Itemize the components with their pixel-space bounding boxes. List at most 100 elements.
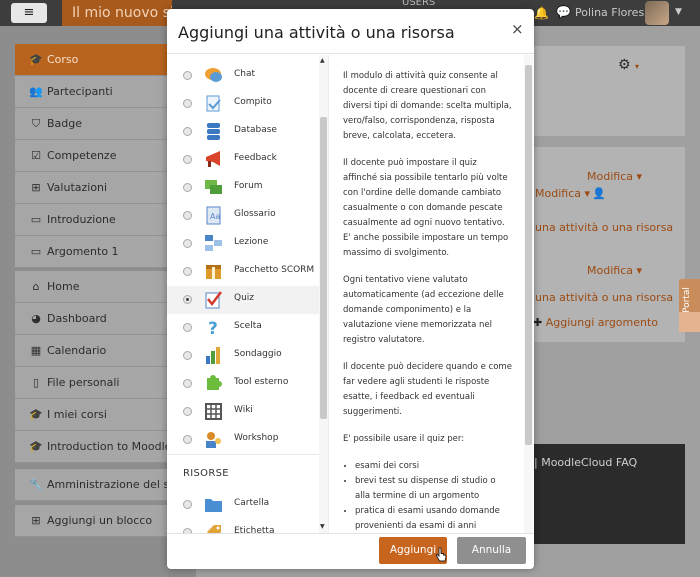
radio-button[interactable] [183,127,192,136]
radio-button[interactable] [183,71,192,80]
calendar-icon: ▦ [30,344,42,357]
option-compito[interactable]: Compito [167,90,319,118]
users-icon: 👥 [29,85,43,98]
add-activity-link[interactable]: una attività o una risorsa [535,291,673,304]
sidebar-group-course: 🎓 Corso 👥 Partecipanti ⛉ Badge ☑ Competenze ⊞ Val… [15,44,168,268]
option-workshop[interactable]: Workshop [167,426,319,454]
option-feedback[interactable]: Feedback [167,146,319,174]
edit-menu[interactable]: Modifica ▾ [587,264,642,277]
radio-button[interactable] [183,323,192,332]
chat-icon[interactable]: 💬 [556,5,571,19]
description-paragraph: E' possibile usare il quiz per: [343,434,465,444]
edit-menu[interactable]: Modifica ▾ [535,187,590,200]
site-title[interactable]: Il mio nuovo sito Moodle [62,0,172,26]
option-chat[interactable]: Chat [167,62,319,90]
option-pacchetto-scorm[interactable]: Pacchetto SCORM [167,258,319,286]
option-forum[interactable]: Forum [167,174,319,202]
option-cartella[interactable]: Cartella [167,491,319,519]
plus-icon: ✚ [533,316,546,329]
option-quiz[interactable]: Quiz [167,286,319,314]
edit-menu[interactable]: Modifica ▾ [587,170,642,183]
divider [167,454,319,455]
sidebar-item-aggiungi-un-blocco[interactable]: ⊞ Aggiungi un blocco [15,505,168,537]
radio-button[interactable] [183,239,192,248]
radio-button[interactable] [183,155,192,164]
user-name[interactable]: Polina Flores [575,6,644,19]
close-icon[interactable]: × [511,20,524,38]
sidebar-item-file-personali[interactable]: ▯ File personali [15,367,168,399]
option-database[interactable]: Database [167,118,319,146]
scrollbar-thumb[interactable] [320,117,327,419]
radio-button[interactable] [183,211,192,220]
option-label: Database [234,125,277,135]
radio-button[interactable] [183,99,192,108]
cancel-button[interactable]: Annulla [457,537,526,564]
option-scelta[interactable]: ? Scelta [167,314,319,342]
sidebar-item-argomento-1[interactable]: ▭ Argomento 1 [15,236,168,268]
home-icon: ⌂ [32,280,40,293]
menu-toggle-button[interactable]: ≡ [11,3,47,23]
bell-icon[interactable]: 🔔 [534,6,549,20]
option-wiki[interactable]: Wiki [167,398,319,426]
plus-square-icon: ⊞ [31,514,41,527]
svg-text:Aa: Aa [210,212,220,221]
sidebar-item-amministrazione-del-sito[interactable]: 🔧 Amministrazione del sito [15,469,183,501]
sidebar-item-i-miei-corsi[interactable]: 🎓 I miei corsi [15,399,168,431]
option-tool-esterno[interactable]: Tool esterno [167,370,319,398]
dialog-header: Aggiungi una attività o una risorsa × [167,9,534,54]
option-etichetta[interactable]: Etichetta [167,519,319,533]
option-lezione[interactable]: Lezione [167,230,319,258]
scroll-down-icon[interactable]: ▼ [320,523,325,530]
option-sondaggio[interactable]: Sondaggio [167,342,319,370]
sidebar-item-calendario[interactable]: ▦ Calendario [15,335,168,367]
sidebar-item-valutazioni[interactable]: ⊞ Valutazioni [15,172,168,204]
option-label: Wiki [234,405,253,415]
option-label: Compito [234,97,272,107]
activity-list-scrollbar[interactable]: ▲ ▼ [319,55,328,533]
sidebar-item-competenze[interactable]: ☑ Competenze [15,140,168,172]
radio-button[interactable] [183,351,192,360]
gear-icon[interactable]: ⚙ ▾ [618,57,639,73]
add-activity-link[interactable]: una attività o una risorsa [535,221,673,234]
user-icon: 👤 [592,187,606,200]
sidebar-item-badge[interactable]: ⛉ Badge [15,108,168,140]
survey-chart-icon [204,346,223,365]
puzzle-icon [204,374,223,393]
description-bullet: pratica di esami usando domande provenie… [355,504,513,533]
option-label: Chat [234,69,256,79]
scrollbar-thumb[interactable] [525,65,532,445]
radio-button[interactable] [183,267,192,276]
description-scrollbar[interactable] [524,55,533,533]
radio-button[interactable] [183,295,192,304]
faq-link[interactable]: | MoodleCloud FAQ [534,456,637,469]
sidebar-item-home[interactable]: ⌂ Home [15,271,168,303]
sidebar-item-introduzione[interactable]: ▭ Introduzione [15,204,168,236]
scroll-up-icon[interactable]: ▲ [320,57,325,64]
radio-button[interactable] [183,500,192,509]
option-glossario[interactable]: Aa Glossario [167,202,319,230]
avatar[interactable] [645,1,669,25]
checkbox-icon: ☑ [31,149,41,162]
sidebar-item-partecipanti[interactable]: 👥 Partecipanti [15,76,168,108]
glossary-icon: Aa [204,206,223,225]
add-topic-link[interactable]: ✚ Aggiungi argomento [533,316,658,329]
radio-button[interactable] [183,379,192,388]
sidebar: 🎓 Corso 👥 Partecipanti ⛉ Badge ☑ Competenze ⊞ Val… [0,26,183,577]
sidebar-item-introduction-to-moodle[interactable]: 🎓 Introduction to Moodle [15,431,172,463]
sidebar-item-corso[interactable]: 🎓 Corso [15,44,168,76]
add-activity-dialog: Aggiungi una attività o una risorsa × Ch… [167,9,534,569]
sidebar-group-site: ⌂ Home ◕ Dashboard ▦ Calendario ▯ File personal… [15,271,172,463]
file-icon: ▯ [32,376,40,389]
sidebar-item-dashboard[interactable]: ◕ Dashboard [15,303,168,335]
option-label: Etichetta [234,526,275,533]
sidebar-item-label: Introduction to Moodle [47,440,172,453]
sidebar-item-label: Corso [47,53,79,66]
description-bullet: brevi test su dispense di studio o alla … [355,474,513,504]
graduation-cap-icon: 🎓 [29,408,43,421]
chevron-down-icon[interactable]: ▼ [675,7,682,17]
description-bullet: esami dei corsi [355,459,513,474]
activity-list: Chat Compito Database Feedback Forum Aa Glossa… [167,55,329,533]
radio-button[interactable] [183,183,192,192]
radio-button[interactable] [183,435,192,444]
radio-button[interactable] [183,407,192,416]
